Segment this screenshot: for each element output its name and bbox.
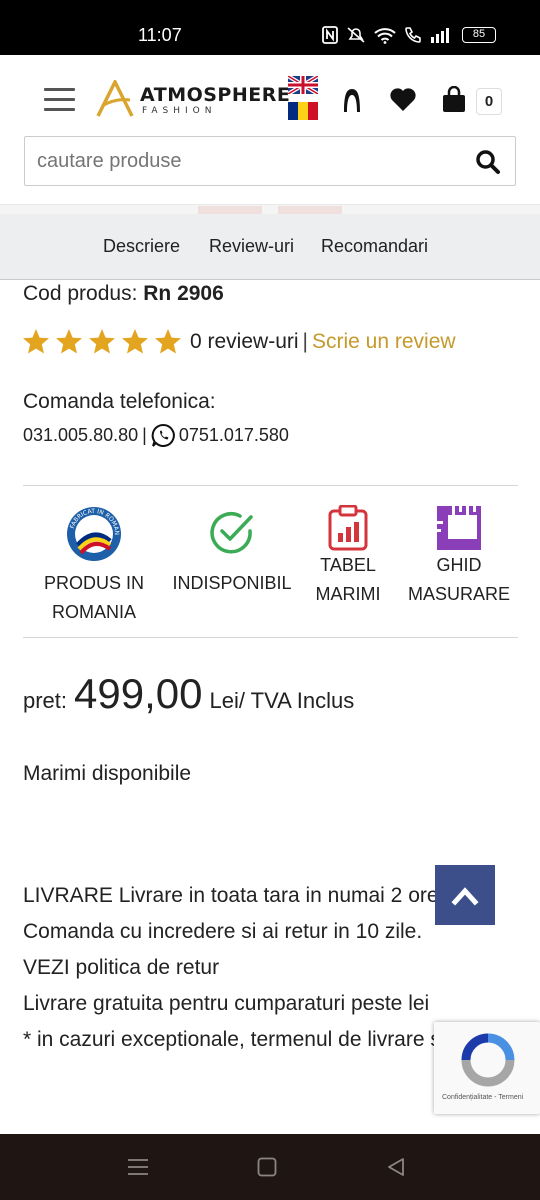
size-chart-icon	[328, 505, 368, 551]
mute-icon	[347, 27, 365, 43]
badge-measuring-guide[interactable]: GHID MASURARE	[404, 505, 514, 609]
account-icon[interactable]	[340, 86, 364, 114]
product-rating: 0 review-uri | Scrie un review	[22, 328, 456, 355]
write-review-link[interactable]: Scrie un review	[312, 330, 456, 353]
scroll-to-top-button[interactable]	[435, 865, 495, 925]
tab-recomandari[interactable]: Recomandari	[321, 236, 428, 257]
product-tabs: Descriere Review-uri Recomandari	[0, 214, 540, 280]
rating-stars	[22, 328, 182, 355]
whatsapp-icon	[151, 423, 175, 447]
badge-availability: INDISPONIBIL	[170, 505, 294, 598]
brand-subtitle: FASHION	[142, 106, 217, 116]
available-sizes-label: Marimi disponibile	[23, 762, 192, 785]
measuring-ruler-icon	[437, 506, 481, 550]
status-icons	[322, 26, 450, 44]
product-price: pret: 499,00 Lei/ TVA Inclus	[23, 670, 354, 718]
divider	[23, 485, 518, 486]
battery-indicator: 85	[462, 27, 496, 43]
check-circle-icon	[210, 512, 253, 554]
wishlist-heart-icon[interactable]	[389, 86, 417, 112]
price-value: 499,00	[74, 670, 203, 717]
badge-label-line2: MASURARE	[407, 584, 510, 604]
star-icon	[155, 329, 181, 354]
tab-descriere[interactable]: Descriere	[103, 236, 180, 257]
reviews-separator: |	[302, 329, 308, 353]
price-label: pret:	[23, 688, 68, 713]
home-icon[interactable]	[257, 1157, 277, 1177]
recaptcha-icon	[461, 1033, 515, 1087]
phone-separator: |	[142, 425, 147, 445]
badge-label-line2: ROMANIA	[51, 602, 136, 622]
star-icon	[23, 329, 49, 354]
phone-numbers: 031.005.80.80 | 0751.017.580	[23, 423, 289, 448]
reviews-count: 0 review-uri	[190, 329, 299, 353]
search-input[interactable]	[37, 150, 457, 173]
english-flag-icon[interactable]	[288, 76, 318, 94]
logo-mark-icon	[96, 80, 134, 117]
reviews-summary: 0 review-uri | Scrie un review	[190, 330, 456, 354]
phone-number-whatsapp[interactable]: 0751.017.580	[179, 425, 289, 446]
language-switcher	[288, 76, 318, 128]
star-icon	[56, 329, 82, 354]
system-navigation-bar	[0, 1134, 540, 1200]
menu-hamburger-icon[interactable]	[44, 88, 75, 112]
recaptcha-privacy-terms[interactable]: Confidențialitate - Termeni	[442, 1094, 523, 1101]
badge-label-line1: INDISPONIBIL	[172, 573, 292, 593]
status-time: 11:07	[138, 25, 182, 45]
signal-icon	[431, 28, 449, 43]
badge-label-line1: GHID	[436, 555, 482, 575]
battery-level: 85	[472, 28, 486, 40]
recaptcha-badge[interactable]: Confidențialitate - Termeni	[434, 1022, 540, 1114]
shopping-bag-icon[interactable]	[441, 86, 467, 114]
star-icon	[89, 329, 115, 354]
phone-order-title: Comanda telefonica:	[23, 390, 216, 413]
chevron-up-icon	[451, 887, 479, 906]
made-in-romania-icon: FABRICAT IN ROMANIA	[65, 505, 121, 561]
badge-label-line1: PRODUS IN	[43, 573, 144, 593]
product-code: Cod produs: Rn 2906	[23, 282, 224, 306]
star-icon	[122, 329, 148, 354]
wifi-icon	[374, 27, 396, 44]
delivery-line: Livrare gratuita pentru cumparaturi pest…	[23, 992, 430, 1015]
badge-size-chart[interactable]: TABEL MARIMI	[306, 505, 390, 609]
romanian-flag-icon[interactable]	[288, 102, 318, 120]
menu-icon[interactable]	[127, 1158, 149, 1176]
return-policy-link[interactable]: VEZI politica de retur	[23, 950, 518, 986]
search-icon[interactable]	[475, 149, 501, 175]
badge-made-in-romania: FABRICAT IN ROMANIA PRODUS IN ROMANIA	[38, 505, 150, 627]
cart-count-badge[interactable]: 0	[476, 88, 502, 115]
search-bar	[24, 136, 516, 186]
badge-label-line2: MARIMI	[315, 584, 381, 604]
tab-review-uri[interactable]: Review-uri	[209, 236, 294, 257]
product-code-label: Cod produs:	[23, 282, 138, 305]
brand-name: ATMOSPHERE	[140, 84, 291, 106]
phone-number-landline[interactable]: 031.005.80.80	[23, 425, 138, 446]
call-icon	[405, 27, 421, 43]
badge-label-line1: TABEL	[320, 555, 376, 575]
product-code-value: Rn 2906	[143, 282, 224, 305]
nfc-icon	[322, 26, 338, 44]
brand-logo[interactable]: ATMOSPHERE FASHION	[96, 78, 290, 120]
status-bar: 11:07 85	[0, 0, 540, 55]
price-unit: Lei/ TVA Inclus	[209, 688, 355, 713]
back-icon[interactable]	[386, 1157, 406, 1177]
divider	[23, 637, 518, 638]
